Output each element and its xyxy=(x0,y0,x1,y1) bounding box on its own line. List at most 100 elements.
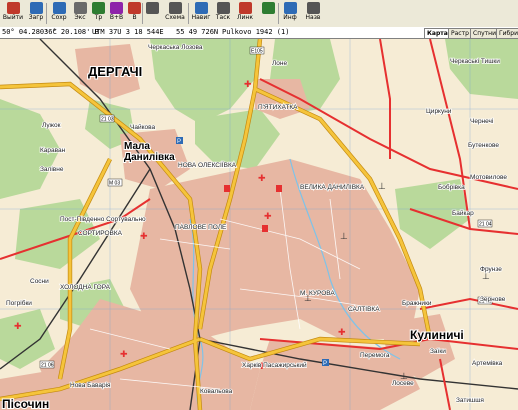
track-button[interactable]: Тр xyxy=(90,1,107,26)
toolbar-button-label: Линк xyxy=(237,14,253,21)
main-toolbar: Выйти Загр Сохр Экс Тр В+В В Схема Навиг Таск Линк… xyxy=(0,0,518,28)
toolbar-button-label: Выйти xyxy=(2,14,24,21)
town-label-pisochyn: Пісочин xyxy=(2,397,49,410)
toolbar-separator xyxy=(142,3,143,24)
place-label: Артемівка xyxy=(472,359,503,367)
town-label-kulynychi: Кулиничі xyxy=(410,328,464,342)
place-label: САЛТІВКА xyxy=(348,306,380,313)
svg-text:✚: ✚ xyxy=(244,80,252,90)
place-label: Затишшя xyxy=(456,397,484,404)
svg-text:P: P xyxy=(177,139,181,145)
nav-button[interactable]: Навиг xyxy=(190,1,212,26)
exit-icon xyxy=(6,2,20,14)
place-label: Сосни xyxy=(30,278,49,285)
nav-icon xyxy=(194,2,208,14)
town-label-mala: Мала xyxy=(124,141,150,152)
zoom-button[interactable] xyxy=(144,1,161,26)
waypoint-icon xyxy=(110,2,123,14)
road-label: М 03 xyxy=(109,181,120,187)
place-label: НОВА ОЛЕКСІЇВКА xyxy=(178,161,237,169)
zoom-icon xyxy=(146,2,159,14)
point-icon xyxy=(128,2,141,14)
place-label: Байкар xyxy=(452,209,474,217)
place-label: Черкаська Лозова xyxy=(148,44,203,51)
toolbar-button-label: В+В xyxy=(109,14,124,21)
toolbar-button-label: Навиг xyxy=(191,14,211,21)
toolbar-button-label: Сохр xyxy=(51,14,67,21)
toolbar-button-label: Таск xyxy=(215,14,231,21)
place-label: Перемога xyxy=(360,352,390,359)
tab-hybrid[interactable]: Гибрид xyxy=(496,28,518,39)
road-label: Е105 xyxy=(251,49,263,55)
town-label-danylivka: Данилівка xyxy=(124,152,175,163)
tab-raster[interactable]: Растр xyxy=(448,28,472,39)
place-label: Бражники xyxy=(402,300,432,307)
svg-text:✚: ✚ xyxy=(338,328,346,338)
road-label: 21 03 xyxy=(101,117,114,123)
place-label: Чернечі xyxy=(470,117,493,125)
link-icon xyxy=(238,2,252,14)
road-label: 21 04 xyxy=(479,222,492,228)
toolbar-separator xyxy=(278,3,279,24)
svg-text:✚: ✚ xyxy=(120,350,128,360)
names-icon xyxy=(306,2,320,14)
center-button[interactable] xyxy=(258,1,278,26)
info-button[interactable]: Инф xyxy=(280,1,300,26)
scheme-icon xyxy=(168,2,182,14)
tab-map[interactable]: Карта xyxy=(424,28,451,39)
town-label-dergachi: ДЕРГАЧІ xyxy=(88,64,142,79)
utm-easting-readout: UTM 37U 3 18 544E xyxy=(92,28,164,36)
place-label: Караван xyxy=(40,147,66,154)
toolbar-button-label: Экс xyxy=(74,14,86,21)
names-button[interactable]: Назв xyxy=(302,1,324,26)
save-icon xyxy=(52,2,66,14)
save-button[interactable]: Сохр xyxy=(48,1,70,26)
place-label: Зернове xyxy=(480,296,506,303)
place-label: П'ЯТИХАТКА xyxy=(258,104,298,111)
place-label: Мотовилове xyxy=(470,174,507,181)
export-button[interactable]: Экс xyxy=(71,1,89,26)
task-button[interactable]: Таск xyxy=(214,1,232,26)
point-button[interactable]: В xyxy=(126,1,143,26)
place-label: Бобрівка xyxy=(438,183,465,191)
place-label: ПАВЛОВЕ ПОЛЕ xyxy=(175,224,227,231)
toolbar-button-label: Схема xyxy=(165,14,185,21)
toolbar-button-label: Тр xyxy=(94,14,103,21)
task-icon xyxy=(216,2,230,14)
svg-text:✚: ✚ xyxy=(258,174,266,184)
map-view-tabs: Карта Растр Спутник Гибрид xyxy=(418,28,518,39)
info-icon xyxy=(283,2,297,14)
place-label: Лосеве xyxy=(392,380,414,387)
waypoint-button[interactable]: В+В xyxy=(108,1,125,26)
place-label: Черкаські Тишки xyxy=(450,57,500,65)
place-label: Лужок xyxy=(42,122,61,129)
load-button[interactable]: Загр xyxy=(25,1,47,26)
toolbar-button-label: В xyxy=(132,14,137,21)
link-button[interactable]: Линк xyxy=(234,1,256,26)
load-icon xyxy=(29,2,43,14)
place-label: Ковальова xyxy=(200,388,233,395)
utm-northing-readout: 55 49 726N xyxy=(176,28,219,36)
place-label: Харків Пасажирський xyxy=(242,361,307,369)
exit-button[interactable]: Выйти xyxy=(2,1,24,26)
place-label: Пост-Південно Сортувально xyxy=(60,215,146,223)
toolbar-separator xyxy=(188,3,189,24)
map-svg: P P ✚ ✚ ✚ ✚ ✚ ✚ ✚ ✚ ⊥ ⊥ ⊥ ⊥ ⊥ 21 03 21 0… xyxy=(0,39,518,410)
svg-text:✚: ✚ xyxy=(264,212,272,222)
svg-text:P: P xyxy=(323,361,327,367)
svg-text:✚: ✚ xyxy=(14,322,22,332)
place-label: СОРТИРОВКА xyxy=(78,230,123,237)
toolbar-button-label: Загр xyxy=(28,14,44,21)
map-canvas[interactable]: P P ✚ ✚ ✚ ✚ ✚ ✚ ✚ ✚ ⊥ ⊥ ⊥ ⊥ ⊥ 21 03 21 0… xyxy=(0,39,518,410)
place-label: Залівне xyxy=(40,165,64,173)
export-icon xyxy=(73,2,87,14)
center-icon xyxy=(261,2,275,14)
road-label: 21 06 xyxy=(41,363,54,369)
scheme-button[interactable]: Схема xyxy=(162,1,188,26)
place-label: ХОЛОДНА ГОРА xyxy=(60,284,111,291)
toolbar-separator xyxy=(46,3,47,24)
longitude-readout: 36° 20.108' В xyxy=(44,28,99,36)
svg-text:⊥: ⊥ xyxy=(340,232,348,242)
svg-text:⊥: ⊥ xyxy=(378,182,386,192)
place-label: Нова Баварія xyxy=(70,381,111,389)
